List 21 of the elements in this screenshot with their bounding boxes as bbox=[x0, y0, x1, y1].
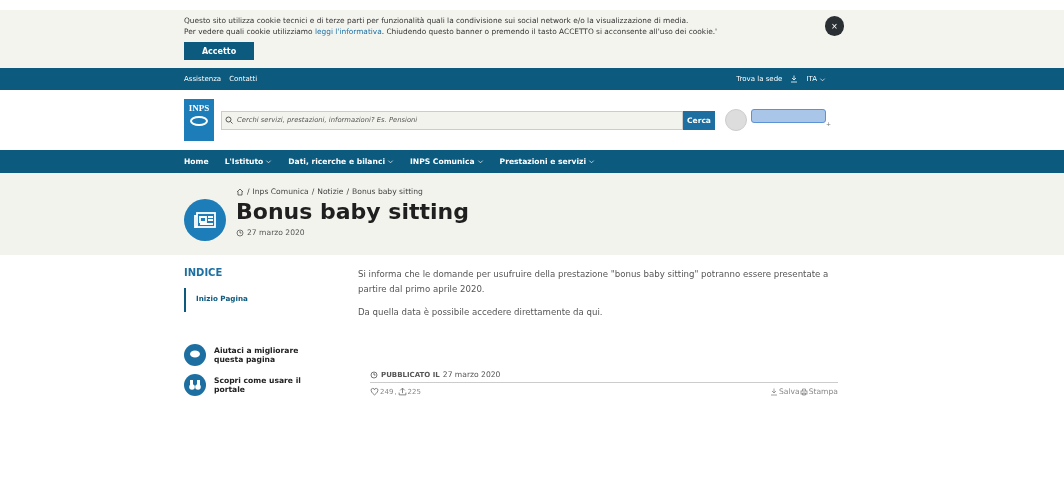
binoculars-icon bbox=[184, 374, 206, 396]
page-title: Bonus baby sitting bbox=[236, 199, 469, 224]
clock-icon bbox=[370, 370, 378, 379]
clock-icon bbox=[236, 228, 244, 237]
index-title: INDICE bbox=[184, 267, 224, 278]
download-icon bbox=[769, 387, 778, 396]
speech-bubble-icon bbox=[184, 344, 206, 366]
printer-icon bbox=[799, 387, 808, 396]
chevron-down-icon bbox=[819, 75, 826, 83]
upload-icon bbox=[397, 387, 407, 396]
home-icon bbox=[236, 187, 244, 196]
heart-icon bbox=[370, 387, 379, 396]
body-paragraph: Da quella data è possibile accedere direttamente da qui. bbox=[358, 306, 604, 319]
download-icon bbox=[790, 75, 799, 83]
search-icon bbox=[225, 115, 233, 124]
news-icon bbox=[184, 199, 226, 241]
avatar-placeholder bbox=[725, 109, 747, 131]
logo[interactable]: INPS bbox=[184, 99, 214, 141]
body-paragraph: Si informa che le domande per usufruire della prestazione "bonus baby sitting" potranno essere presentate a partire dal primo aprile 2020. bbox=[358, 268, 830, 296]
accept-button[interactable]: Accetto bbox=[184, 42, 254, 60]
close-button[interactable]: × bbox=[824, 16, 844, 36]
